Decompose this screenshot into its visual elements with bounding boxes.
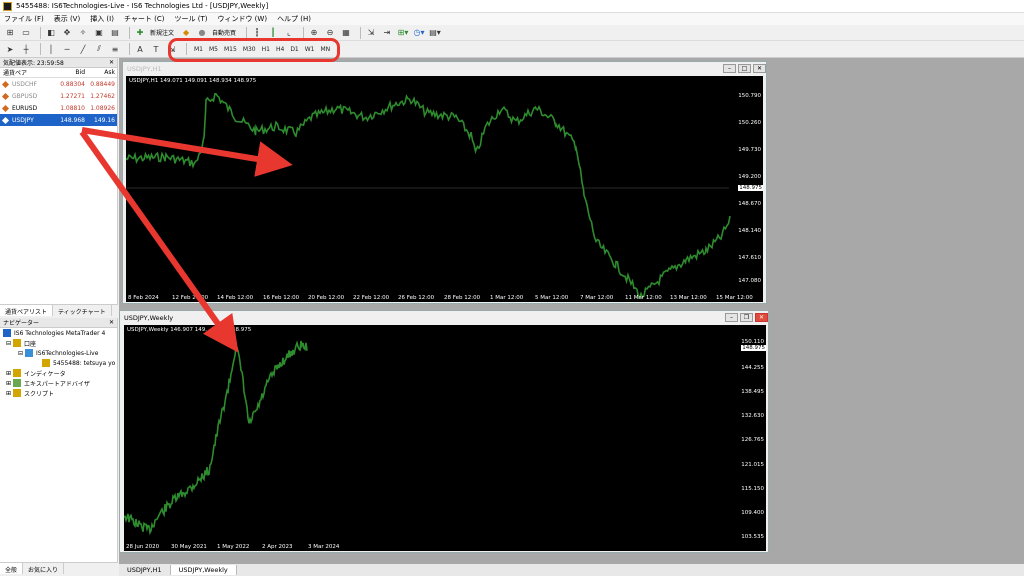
annotation-arrows [79,127,293,353]
arrow-to-weekly [79,130,239,353]
arrow-to-h1 [81,127,293,177]
